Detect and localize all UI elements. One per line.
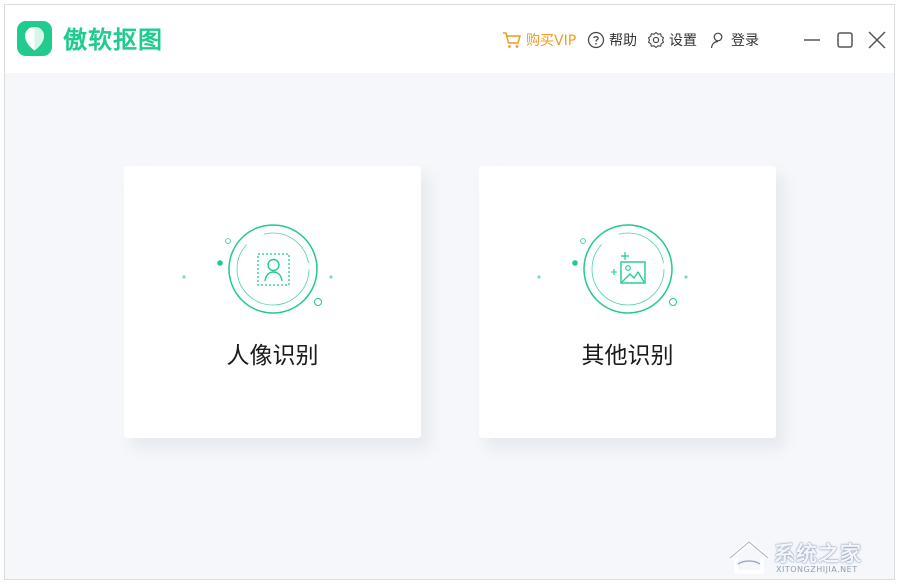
app-logo-icon <box>17 21 52 56</box>
help-icon <box>587 31 605 49</box>
close-icon[interactable] <box>866 29 888 51</box>
cart-icon <box>503 32 521 48</box>
minimize-icon[interactable] <box>801 29 823 51</box>
watermark-url: XITONGZHIJIA.NET <box>776 565 858 574</box>
portrait-recognition-card[interactable]: 人像识别 <box>124 166 421 438</box>
watermark-text: 系统之家 <box>774 542 862 566</box>
watermark: 系统之家 XITONGZHIJIA.NET <box>722 532 897 580</box>
buy-vip-button[interactable]: 购买VIP <box>502 29 576 51</box>
settings-button[interactable]: 设置 <box>647 29 697 51</box>
gear-icon <box>647 31 665 49</box>
portrait-recognition-icon <box>182 224 333 314</box>
maximize-icon[interactable] <box>834 29 856 51</box>
image-recognition-icon <box>537 224 688 314</box>
app-title: 傲软抠图 <box>63 26 163 54</box>
app-window: 傲软抠图 购买VIP 帮助 设置 登录 人像识别 其他识别 <box>4 4 895 580</box>
settings-label: 设置 <box>669 33 697 49</box>
login-button[interactable]: 登录 <box>709 29 759 51</box>
buy-vip-label: 购买VIP <box>526 33 577 49</box>
login-label: 登录 <box>731 33 759 49</box>
help-button[interactable]: 帮助 <box>587 29 637 51</box>
help-label: 帮助 <box>609 33 637 49</box>
watermark-house-icon <box>728 540 770 574</box>
user-icon <box>710 32 723 49</box>
title-bar: 傲软抠图 购买VIP 帮助 设置 登录 <box>5 5 894 73</box>
portrait-recognition-label: 人像识别 <box>226 343 319 369</box>
other-recognition-card[interactable]: 其他识别 <box>479 166 776 438</box>
other-recognition-label: 其他识别 <box>581 343 674 369</box>
